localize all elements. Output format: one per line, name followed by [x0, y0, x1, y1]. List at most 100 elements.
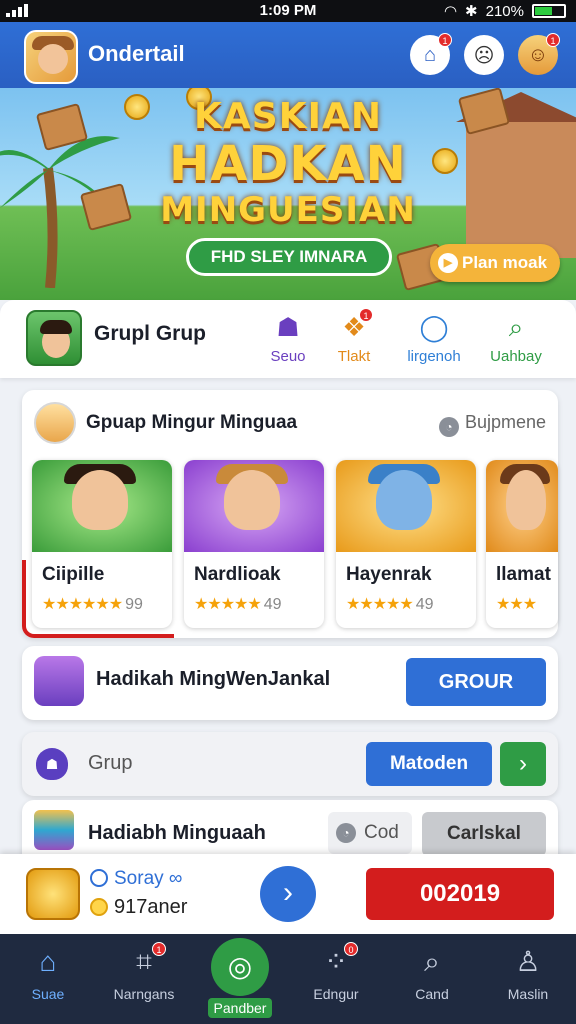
game-card[interactable]: Hayenrak ★★★★★ 49: [336, 460, 476, 628]
strip-line2: 917aner: [90, 896, 187, 919]
app-title: Ondertail: [88, 41, 185, 66]
group-row: ☗ Grup Matoden ›: [22, 732, 558, 796]
tab-label: lirgenoh: [407, 348, 461, 365]
shield-icon: ☗: [36, 748, 68, 780]
code-button[interactable]: ◔ Cod: [328, 812, 412, 854]
nav-label: Pandber: [207, 998, 273, 1018]
home-notification-button[interactable]: ⌂ 1: [410, 33, 452, 75]
game-rating: ★★★★★ 49: [194, 594, 282, 614]
group-avatar[interactable]: [26, 310, 82, 366]
nav-label: Edngur: [313, 986, 359, 1002]
avatar-badge: 1: [546, 33, 560, 47]
banner-title-line3: MINGUESIAN: [160, 190, 416, 230]
tab-label: Uahbay: [490, 348, 542, 365]
compass-icon: ◔: [438, 417, 459, 437]
code-display[interactable]: 002019: [366, 868, 554, 920]
game-rating: ★★★★★★ 99: [42, 594, 143, 614]
compass-icon: ◎: [211, 938, 269, 996]
battery-label: 210%: [485, 2, 524, 20]
nav-home[interactable]: ⌂ Suae: [0, 944, 96, 1002]
strip-line2-text: 917aner: [114, 896, 188, 918]
avatar-icon: ☺: [527, 43, 549, 66]
play-now-label: Plan moak: [462, 253, 548, 272]
nav-label: Narngans: [113, 986, 175, 1002]
coin-icon: [90, 898, 108, 916]
tab-badge: 1: [359, 308, 373, 322]
emoji-button[interactable]: ☹: [464, 35, 504, 75]
reward-thumbnail: [34, 656, 84, 706]
game-art: [32, 460, 172, 552]
chevron-right-icon: ›: [283, 876, 293, 909]
rating-value: 49: [263, 596, 282, 613]
bottom-navigation: ⌂ Suae ⌗ 1 Narngans ◎ Pandber ⁘ 0 Edngur ⌕…: [0, 934, 576, 1024]
next-button[interactable]: ›: [260, 866, 316, 922]
battery-icon: [532, 4, 566, 18]
matoden-button[interactable]: Matoden: [366, 742, 492, 786]
nav-label: Cand: [415, 986, 449, 1002]
game-rating: ★★★: [496, 594, 537, 614]
reward-title: Hadikah MingWenJankal: [96, 668, 331, 690]
star-icons: ★★★★★★: [42, 596, 123, 613]
star-icons: ★★★★★: [346, 596, 414, 613]
group-join-button[interactable]: GROUR: [406, 658, 546, 706]
star-icons: ★★★★★: [194, 596, 262, 613]
game-name: Ciipille: [42, 564, 105, 585]
app-header: Ondertail ⌂ 1 ☹ ☺ 1: [0, 22, 576, 88]
nav-profile[interactable]: ♙ Maslin: [480, 944, 576, 1002]
chat-icon: ◯: [419, 312, 449, 342]
banner-pill: FHD SLEY IMNARA: [186, 238, 392, 276]
face-icon: ☹: [473, 44, 495, 67]
status-bar: 1:09 PM ◠ ✱ 210%: [0, 0, 576, 22]
notification-badge: 1: [438, 33, 452, 47]
house-icon: ⌂: [423, 43, 437, 66]
gift-icon: ❖ 1: [337, 308, 373, 344]
nav-badge: 0: [344, 942, 358, 956]
tab-lirgenoh[interactable]: ◯ lirgenoh: [392, 310, 476, 365]
game-section: Gpuap Mingur Minguaa ◔ Bujpmene Ciipille …: [22, 390, 558, 638]
search-icon: ⌕: [508, 312, 524, 342]
user-icon: ♙: [515, 946, 541, 977]
game-art: [336, 460, 476, 552]
game-name: Nardlioak: [194, 564, 281, 585]
ghost-icon: ☗: [276, 312, 300, 342]
trophy-icon: [26, 868, 80, 920]
nav-grid[interactable]: ⁘ 0 Edngur: [288, 942, 384, 1002]
section-action-label: Bujpmene: [464, 412, 546, 432]
tab-uahbay[interactable]: ⌕ Uahbay: [474, 310, 558, 365]
section-action-button[interactable]: ◔ Bujpmene: [438, 412, 546, 437]
play-icon: ▶: [438, 253, 458, 273]
compass-icon: ◔: [336, 823, 356, 843]
group-bar: Grupl Grup ☗ Seuo ❖ 1 Tlakt ◯ lirgenoh ⌕ …: [0, 300, 576, 378]
game-card[interactable]: Nardlioak ★★★★★ 49: [184, 460, 324, 628]
game-card[interactable]: Ciipille ★★★★★★ 99: [32, 460, 172, 628]
chevron-right-icon: ›: [519, 750, 527, 777]
home-icon: ⌂: [39, 946, 57, 977]
banner-title-line1: KASKIAN: [194, 96, 382, 137]
nav-rankings[interactable]: ⌗ 1 Narngans: [96, 942, 192, 1002]
profile-avatar[interactable]: ☺ 1: [518, 33, 560, 75]
game-rating: ★★★★★ 49: [346, 594, 434, 614]
star-icons: ★★★: [496, 596, 537, 613]
reward-strip: Soray ∞ 917aner › 002019: [0, 854, 576, 934]
game-art: [486, 460, 558, 552]
nav-center[interactable]: ◎ Pandber: [192, 938, 288, 1018]
app-logo[interactable]: [24, 30, 78, 84]
bluetooth-icon: ✱: [465, 3, 478, 20]
rating-value: 49: [415, 596, 434, 613]
arrow-right-button[interactable]: ›: [500, 742, 546, 786]
play-now-button[interactable]: ▶ Plan moak: [430, 244, 560, 282]
game-name: llamat: [496, 564, 551, 585]
tab-label: Tlakt: [337, 348, 371, 365]
section-avatar: [34, 402, 76, 444]
wifi-icon: ◠: [443, 3, 458, 20]
group-row-label: Grup: [88, 752, 133, 774]
game-card[interactable]: llamat ★★★: [486, 460, 558, 628]
nav-search[interactable]: ⌕ Cand: [384, 944, 480, 1002]
cancel-button[interactable]: Carlskal: [422, 812, 546, 856]
banner-title-line2: HADKAN: [169, 136, 407, 192]
search-icon: ⌕: [424, 946, 440, 977]
daily-title: Hadiabh Minguaah: [88, 822, 266, 844]
section-title: Gpuap Mingur Minguaa: [86, 412, 298, 433]
tab-tlakt[interactable]: ❖ 1 Tlakt: [312, 308, 396, 365]
group-title: Grupl Grup: [94, 322, 206, 345]
